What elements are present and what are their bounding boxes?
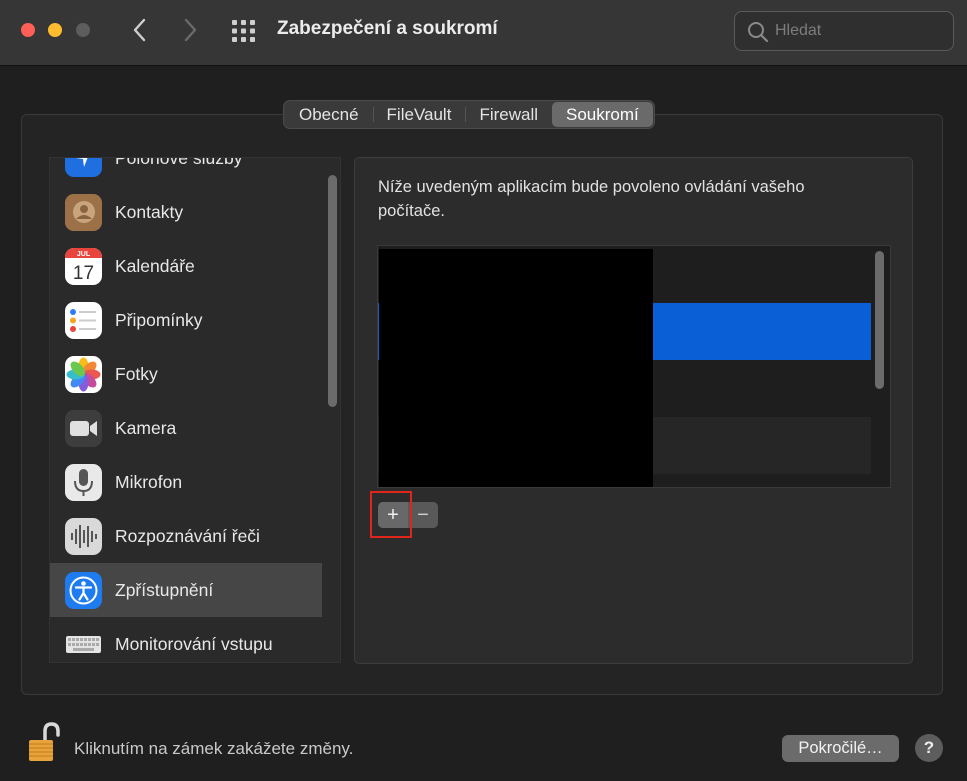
accessibility-icon xyxy=(65,572,102,609)
camera-icon xyxy=(65,410,102,447)
calendar-day: 17 xyxy=(73,263,94,284)
remove-app-button[interactable]: − xyxy=(408,502,438,528)
forward-button[interactable] xyxy=(176,16,204,44)
sidebar-item-label: Mikrofon xyxy=(115,471,183,492)
sidebar-scrollbar-thumb[interactable] xyxy=(328,175,337,407)
lock-status-text: Kliknutím na zámek zakážete změny. xyxy=(74,739,354,758)
back-button[interactable] xyxy=(126,16,154,44)
sidebar-item-label: Kamera xyxy=(115,417,177,438)
calendar-month: JUL xyxy=(77,251,91,258)
title-bar: Zabezpečení a soukromí xyxy=(0,0,967,66)
privacy-category-list[interactable]: Polohové služby Kontakty JUL 17 Kalendář… xyxy=(49,157,341,663)
sidebar-item-label: Kalendáře xyxy=(115,255,195,276)
location-arrow-icon xyxy=(65,158,102,177)
sidebar-item-location-services[interactable]: Polohové služby xyxy=(50,157,322,185)
panel-description: Níže uvedeným aplikacím bude povoleno ov… xyxy=(378,178,805,220)
tab-filevault[interactable]: FileVault xyxy=(372,102,466,127)
waveform-icon xyxy=(65,518,102,555)
redacted-region xyxy=(379,249,653,487)
show-all-button[interactable] xyxy=(230,18,258,44)
tab-bar: Obecné FileVault Firewall Soukromí xyxy=(283,100,655,129)
add-app-button[interactable]: + xyxy=(378,502,408,528)
sidebar-item-label: Rozpoznávání řeči xyxy=(115,525,260,546)
window-title: Zabezpečení a soukromí xyxy=(277,18,498,39)
sidebar-item-photos[interactable]: Fotky xyxy=(50,347,322,401)
sidebar-item-camera[interactable]: Kamera xyxy=(50,401,322,455)
chevron-left-icon xyxy=(133,18,146,42)
chevron-right-icon xyxy=(184,18,197,42)
sidebar-item-label: Polohové služby xyxy=(115,157,243,168)
sidebar-item-contacts[interactable]: Kontakty xyxy=(50,185,322,239)
sidebar-item-label: Zpřístupnění xyxy=(115,579,214,600)
sidebar-item-label: Připomínky xyxy=(115,309,203,330)
plus-icon: + xyxy=(387,504,399,526)
search-input[interactable] xyxy=(775,19,945,43)
sidebar-item-input-monitoring[interactable]: Monitorování vstupu xyxy=(50,617,322,662)
lock-button[interactable] xyxy=(28,721,60,768)
sidebar-item-label: Monitorování vstupu xyxy=(115,633,273,654)
allowed-apps-list[interactable] xyxy=(377,245,891,488)
tab-privacy[interactable]: Soukromí xyxy=(552,102,653,127)
close-window-button[interactable] xyxy=(21,23,35,37)
keyboard-icon xyxy=(65,626,102,662)
grid-icon xyxy=(232,20,255,42)
sidebar-item-label: Fotky xyxy=(115,363,158,384)
sidebar-item-microphone[interactable]: Mikrofon xyxy=(50,455,322,509)
minus-icon: − xyxy=(417,504,429,526)
reminders-icon xyxy=(65,302,102,339)
help-button[interactable]: ? xyxy=(915,734,943,762)
calendar-icon: JUL 17 xyxy=(65,248,102,285)
sidebar-item-reminders[interactable]: Připomínky xyxy=(50,293,322,347)
app-list-scrollbar-thumb[interactable] xyxy=(875,251,884,389)
microphone-icon xyxy=(65,464,102,501)
unlocked-padlock-icon xyxy=(29,722,60,761)
photos-icon xyxy=(65,356,102,393)
minimize-window-button[interactable] xyxy=(48,23,62,37)
sidebar-item-speech-recognition[interactable]: Rozpoznávání řeči xyxy=(50,509,322,563)
add-remove-controls: + − xyxy=(378,502,438,528)
zoom-window-button[interactable] xyxy=(76,23,90,37)
sidebar-item-calendars[interactable]: JUL 17 Kalendáře xyxy=(50,239,322,293)
tab-general[interactable]: Obecné xyxy=(285,102,373,127)
sidebar-item-label: Kontakty xyxy=(115,201,184,222)
search-field[interactable] xyxy=(734,11,954,51)
tab-firewall[interactable]: Firewall xyxy=(465,102,552,127)
contacts-icon xyxy=(65,194,102,231)
search-icon xyxy=(748,22,769,43)
advanced-button[interactable]: Pokročilé… xyxy=(782,735,899,762)
sidebar-item-accessibility[interactable]: Zpřístupnění xyxy=(50,563,322,617)
